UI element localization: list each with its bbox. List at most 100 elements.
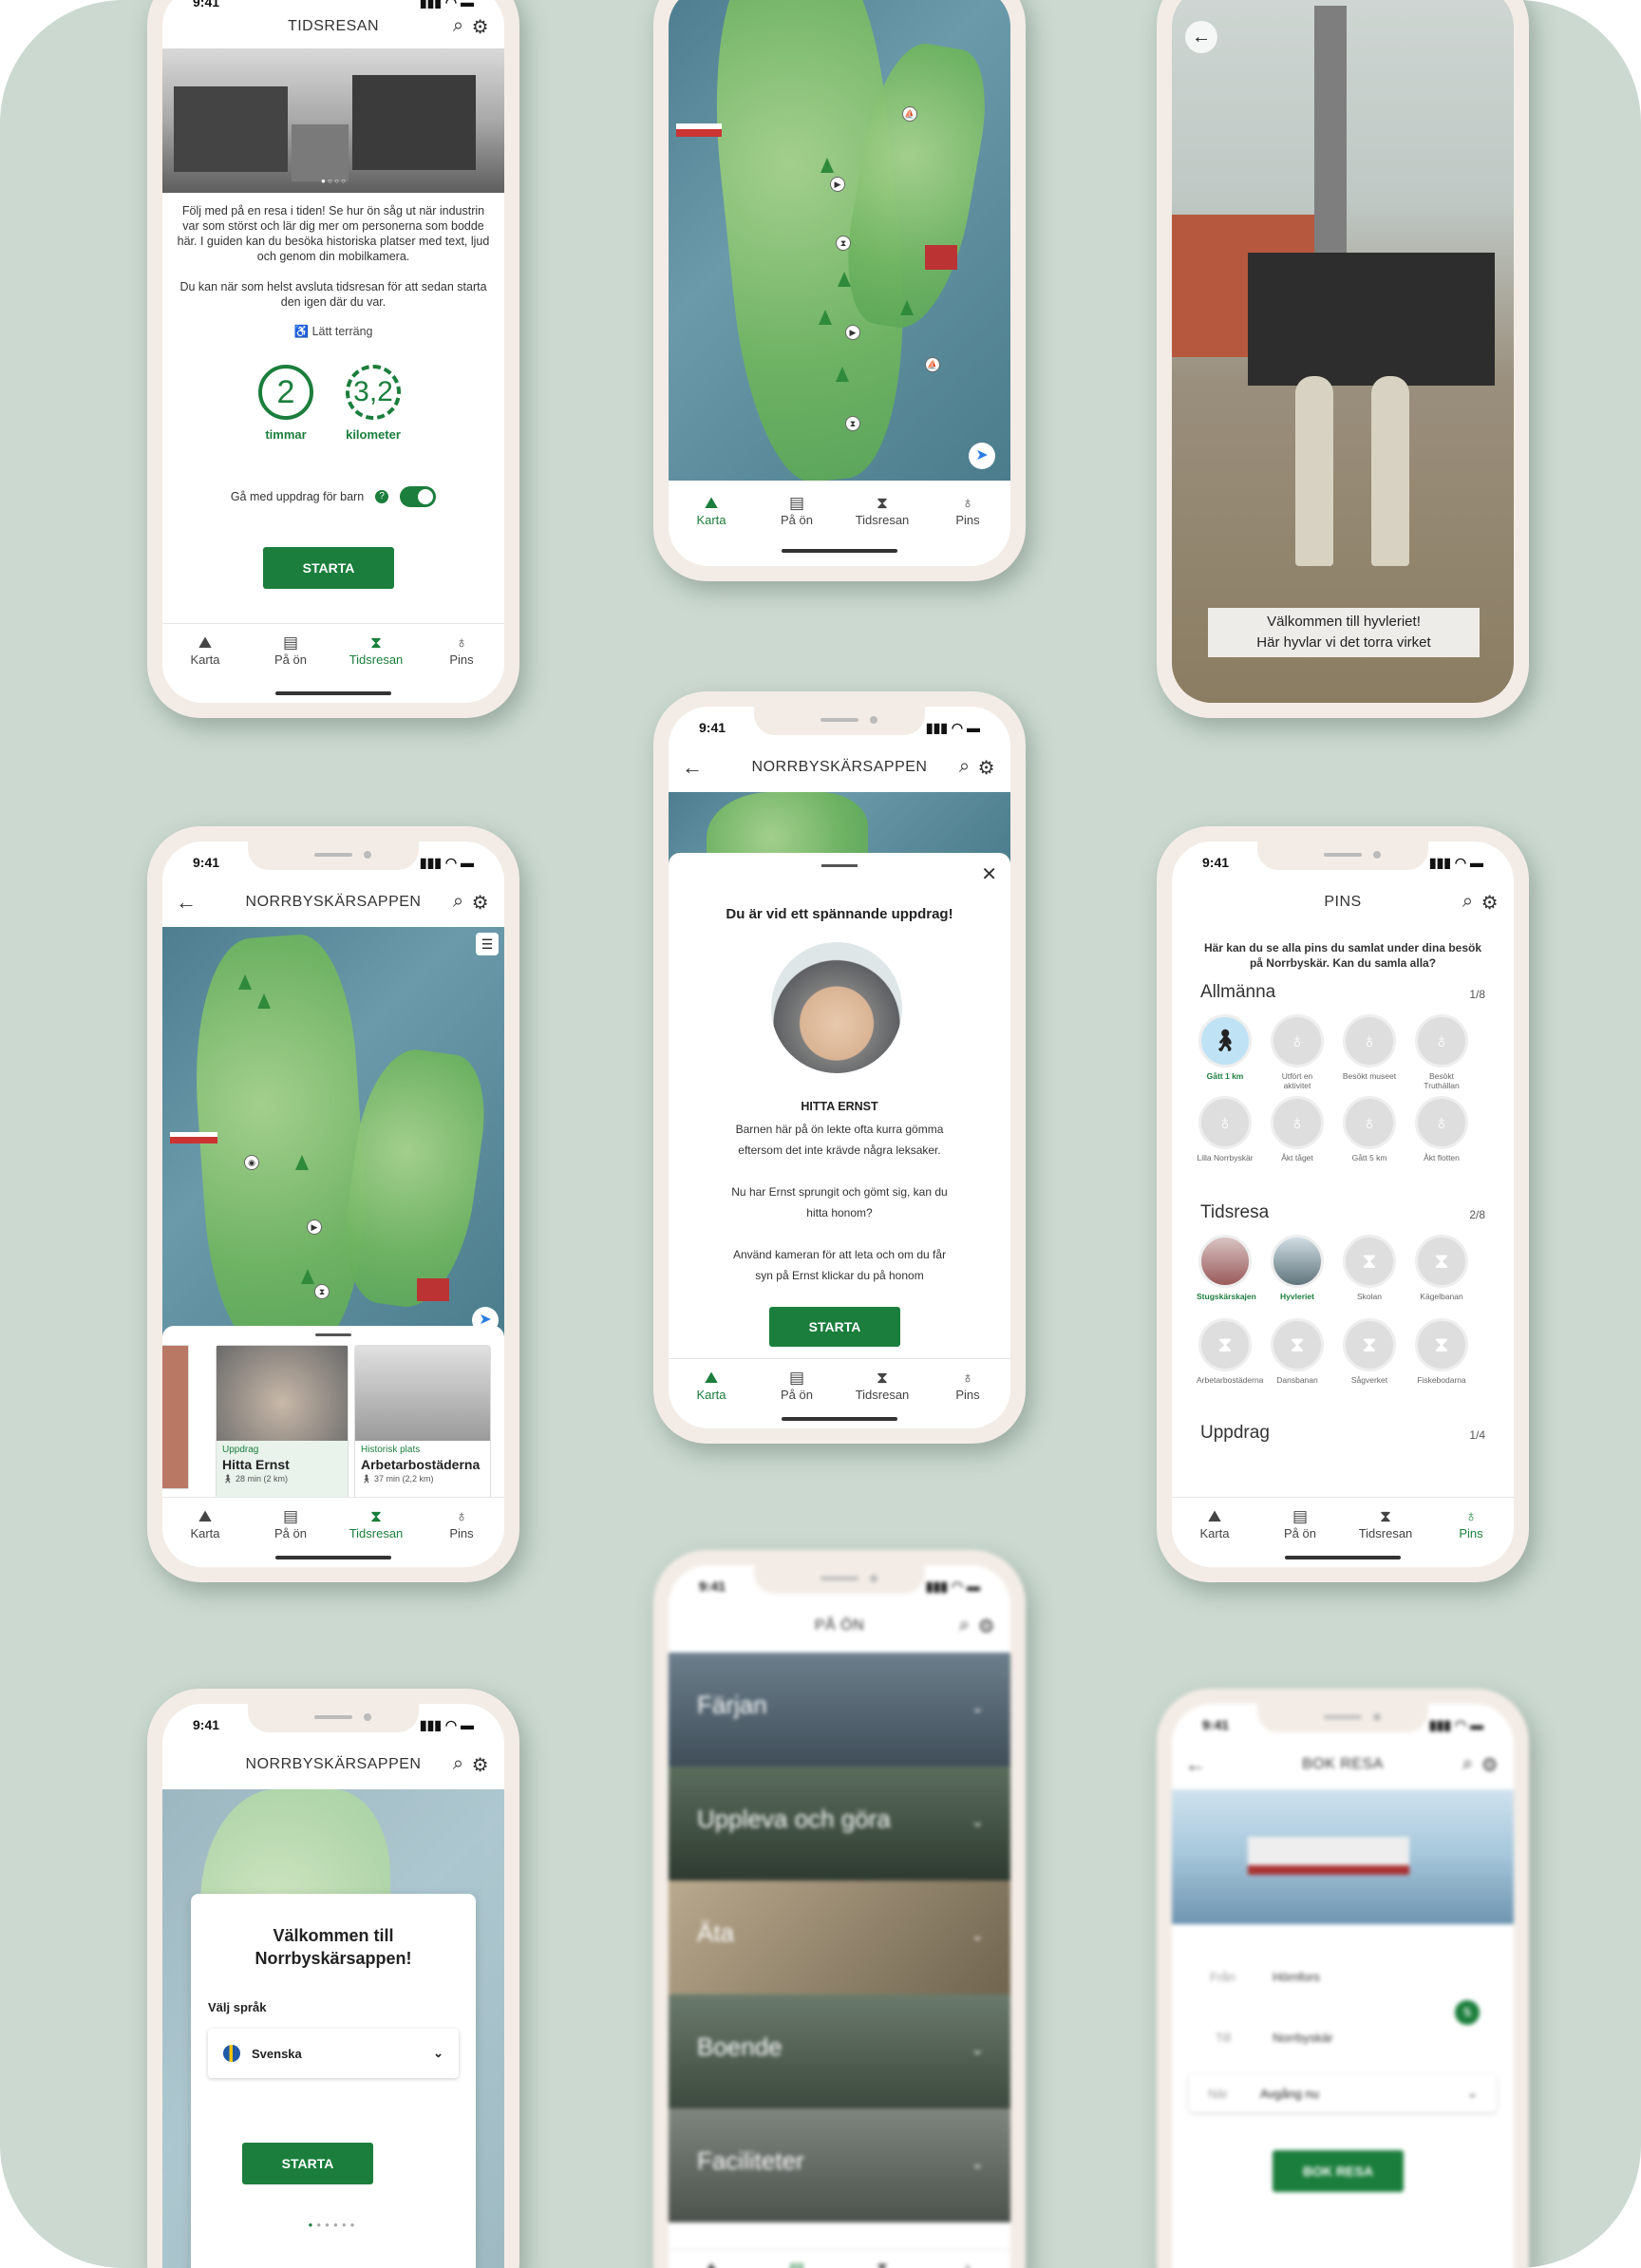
map[interactable]: ◉ ▶ ⧗ ☰ ➤ [162, 927, 504, 1345]
gear-icon[interactable]: ⚙ [978, 756, 995, 780]
back-arrow-icon[interactable]: ← [682, 755, 704, 780]
category-ata[interactable]: Äta ⌄ [669, 1881, 1010, 1994]
header: NORRBYSKÄRSAPPEN ⌕ ⚙ [162, 1746, 504, 1784]
gear-icon[interactable]: ⚙ [472, 891, 489, 915]
close-icon[interactable]: ✕ [981, 862, 997, 886]
card-hitta-ernst[interactable]: Uppdrag Hitta Ernst 🚶︎ 28 min (2 km) [216, 1345, 349, 1508]
home-indicator [782, 549, 897, 553]
pin-badge[interactable]: ⧗ Kägelbanan [1413, 1235, 1470, 1301]
tab-pins[interactable]: ♁Pins [925, 1359, 1010, 1428]
screen: 9:41 ▮▮▮ ◠ ▬ PINS ⌕ ⚙ Här kan du se alla … [1172, 841, 1514, 1567]
search-icon[interactable]: ⌕ [1462, 1753, 1474, 1777]
km-stat: 3,2 kilometer [343, 365, 404, 442]
from-value[interactable]: Hörnfors [1273, 1970, 1320, 1984]
card-partial[interactable] [162, 1345, 189, 1489]
pin-badge[interactable]: ♁ Besökt Truthällan [1413, 1014, 1470, 1090]
tab-pins[interactable]: ♁Pins [419, 624, 504, 693]
tab-pins[interactable]: ♁Pins [925, 484, 1010, 541]
search-icon[interactable]: ⌕ [453, 1753, 464, 1777]
status-time: 9:41 [1202, 855, 1230, 870]
header: ← NORRBYSKÄRSAPPEN ⌕ ⚙ [162, 883, 504, 921]
tab-tidsresan[interactable]: ⧗Tidsresan [839, 2250, 925, 2268]
to-value[interactable]: Norrbyskär [1273, 2031, 1333, 2045]
list-icon: ▤ [282, 1507, 299, 1525]
category-faciliteter[interactable]: Faciliteter ⌄ [669, 2108, 1010, 2222]
gear-icon[interactable]: ⚙ [472, 1753, 489, 1777]
pin-badge[interactable]: ⧗ Dansbanan [1269, 1318, 1326, 1385]
when-select[interactable]: När Avgång nu ⌄ [1189, 2074, 1497, 2112]
back-arrow-icon[interactable]: ← [1185, 1752, 1207, 1777]
home-indicator [275, 691, 391, 695]
header: PÅ ÖN ⌕ ⚙ [669, 1607, 1010, 1645]
back-button[interactable]: ← [1185, 21, 1217, 53]
tab-karta[interactable]: ⛰Karta [669, 484, 754, 541]
search-icon[interactable]: ⌕ [453, 891, 464, 915]
signal-icons: ▮▮▮ ◠ ▬ [419, 1716, 474, 1732]
status-time: 9:41 [699, 1578, 726, 1594]
tab-paon[interactable]: ▤På ön [754, 484, 839, 541]
start-button[interactable]: STARTA [263, 547, 394, 589]
book-trip-button[interactable]: BOK RESA [1273, 2150, 1404, 2192]
pin-badge[interactable]: ♁ Utfört en aktivitet [1269, 1014, 1326, 1090]
tab-paon[interactable]: ▤På ön [754, 2250, 839, 2268]
card-arbetarbostaderna[interactable]: Historisk plats Arbetarbostäderna 🚶︎ 37 … [354, 1345, 491, 1508]
help-icon[interactable]: ? [375, 490, 389, 503]
pin-badge[interactable]: Hyvleriet [1269, 1235, 1326, 1301]
status-bar: 9:41 ▮▮▮ ◠ ▬ [162, 1704, 504, 1746]
kids-toggle[interactable] [400, 486, 437, 507]
language-select[interactable]: Svenska ⌄ [208, 2029, 459, 2078]
pin-badge[interactable]: ⧗ Arbetarbostäderna [1197, 1318, 1263, 1385]
locate-me-button[interactable]: ➤ [969, 443, 995, 469]
tab-pins[interactable]: ♁Pins [925, 2250, 1010, 2268]
pin-badge[interactable]: Stugskärskajen [1197, 1235, 1256, 1301]
award-icon: ♁ [1415, 1014, 1468, 1068]
pin-badge[interactable]: ⧗ Skolan [1341, 1235, 1398, 1301]
tab-karta[interactable]: ⛰Karta [162, 1498, 248, 1567]
search-icon[interactable]: ⌕ [959, 1615, 971, 1638]
pin-badge[interactable]: ♁ Besökt museet [1341, 1014, 1398, 1081]
tab-tidsresan[interactable]: ⧗Tidsresan [333, 624, 419, 693]
carousel-dots[interactable]: ● ○ ○ ○ [162, 177, 504, 185]
pin-badge[interactable]: 🚶︎ Gått 1 km [1197, 1014, 1254, 1081]
card-category: Historisk plats [361, 1445, 421, 1455]
tab-karta[interactable]: ⛰Karta [162, 624, 248, 693]
terrain-label: ♿ Lätt terräng [293, 325, 373, 338]
pin-badge[interactable]: ♁ Åkt tåget [1269, 1096, 1326, 1162]
hours-stat: 2 timmar [255, 365, 316, 442]
screen: ← Välkommen till hyvleriet! Här hyvlar v… [1172, 0, 1514, 703]
pin-badge[interactable]: ⧗ Sågverket [1341, 1318, 1398, 1385]
pin-badge[interactable]: ♁ Lilla Norrbyskär [1197, 1096, 1254, 1162]
gear-icon[interactable]: ⚙ [1481, 1753, 1499, 1777]
search-icon[interactable]: ⌕ [453, 15, 464, 39]
pin-badge[interactable]: ♁ Åkt flotten [1413, 1096, 1470, 1162]
gear-icon[interactable]: ⚙ [978, 1615, 995, 1638]
map[interactable]: ▶ ⧗ ▶ ⧗ ⛵ ⛵ ➤ [669, 0, 1010, 481]
tab-tidsresan[interactable]: ⧗Tidsresan [839, 484, 925, 541]
pin-badge[interactable]: ⧗ Fiskebodarna [1413, 1318, 1470, 1385]
gear-icon[interactable]: ⚙ [1481, 891, 1499, 915]
tab-pins[interactable]: ♁Pins [419, 1498, 504, 1567]
search-icon[interactable]: ⌕ [1462, 891, 1474, 915]
search-icon[interactable]: ⌕ [959, 756, 971, 780]
header: ← BOK RESA ⌕ ⚙ [1172, 1746, 1514, 1784]
card-name: Arbetarbostäderna [361, 1457, 481, 1472]
background: 9:41 ▮▮▮ ◠ ▬ TIDSRESAN ⌕ ⚙ ● ○ ○ ○ Följ m… [0, 0, 1641, 2268]
swap-button[interactable]: ⇅ [1455, 2000, 1480, 2025]
start-button[interactable]: STARTA [769, 1307, 900, 1347]
pin-badge[interactable]: ♁ Gått 5 km [1341, 1096, 1398, 1162]
filter-icon[interactable]: ☰ [476, 933, 499, 955]
tab-karta[interactable]: ⛰Karta [669, 1359, 754, 1428]
back-arrow-icon[interactable]: ← [176, 890, 198, 915]
category-farjan[interactable]: Färjan ⌄ [669, 1653, 1010, 1767]
tab-paon[interactable]: ▤På ön [248, 624, 333, 693]
tab-karta[interactable]: ⛰Karta [669, 2250, 754, 2268]
page-title: NORRBYSKÄRSAPPEN [751, 759, 928, 775]
category-boende[interactable]: Boende ⌄ [669, 1994, 1010, 2108]
award-icon: ♁ [1271, 1014, 1324, 1068]
tab-pins[interactable]: ♁Pins [1428, 1498, 1514, 1567]
category-uppleva[interactable]: Uppleva och göra ⌄ [669, 1767, 1010, 1881]
award-icon: ♁ [1343, 1096, 1396, 1149]
gear-icon[interactable]: ⚙ [472, 15, 489, 39]
tab-karta[interactable]: ⛰Karta [1172, 1498, 1257, 1567]
start-button[interactable]: STARTA [242, 2143, 373, 2184]
